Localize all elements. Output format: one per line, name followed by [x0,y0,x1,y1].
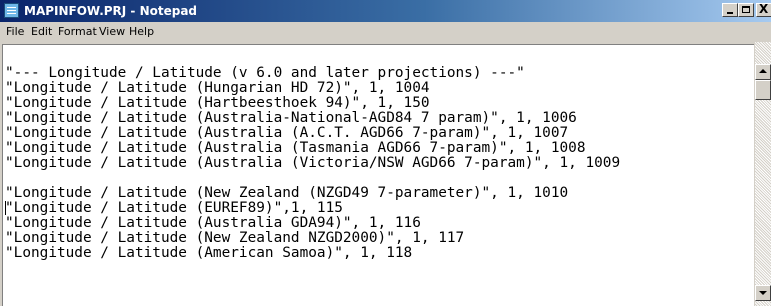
minimize-button[interactable] [722,3,738,17]
editor-line: "Longitude / Latitude (Australia (Tasman… [5,140,586,156]
text-editor[interactable]: "--- Longitude / Latitude (v 6.0 and lat… [2,44,754,306]
menu-edit[interactable]: Edit [31,26,52,38]
editor-line: "Longitude / Latitude (Hartbeesthoek 94)… [5,95,430,111]
editor-line: "Longitude / Latitude (New Zealand NZGD2… [5,230,465,246]
scrollbar-thumb[interactable] [755,80,771,100]
maximize-icon [742,6,750,13]
editor-line: "--- Longitude / Latitude (v 6.0 and lat… [5,65,525,81]
menu-file[interactable]: File [6,26,24,38]
client-area: "--- Longitude / Latitude (v 6.0 and lat… [0,42,771,306]
arrow-down-icon [759,291,767,295]
text-caret [5,201,6,215]
editor-lines: "--- Longitude / Latitude (v 6.0 and lat… [5,66,620,261]
notepad-icon[interactable] [4,3,19,18]
editor-line: "Longitude / Latitude (Australia (Victor… [5,155,621,171]
close-icon: X [759,2,769,16]
notepad-window: MAPINFOW.PRJ - Notepad X File Edit Forma… [0,0,771,306]
menu-format[interactable]: Format [58,26,97,38]
title-bar[interactable]: MAPINFOW.PRJ - Notepad X [0,0,771,22]
window-title: MAPINFOW.PRJ - Notepad [24,4,198,18]
editor-line: "Longitude / Latitude (Australia-Nationa… [5,110,577,126]
editor-line: "Longitude / Latitude (Australia (A.C.T.… [5,125,569,141]
arrow-up-icon [759,69,767,73]
editor-line: "Longitude / Latitude (Hungarian HD 72)"… [5,80,430,96]
vertical-scrollbar[interactable] [755,42,771,306]
scroll-up-button[interactable] [755,64,771,80]
close-button[interactable]: X [756,3,771,17]
editor-line: "Longitude / Latitude (EUREF89)",1, 115 [5,200,343,216]
maximize-button[interactable] [738,3,754,17]
editor-line: "Longitude / Latitude (American Samoa)",… [5,245,413,261]
menu-help[interactable]: Help [129,26,154,38]
menu-view[interactable]: View [99,26,125,38]
editor-line: "Longitude / Latitude (New Zealand (NZGD… [5,185,569,201]
scroll-down-button[interactable] [755,285,771,301]
editor-line: "Longitude / Latitude (Australia GDA94)"… [5,215,421,231]
minimize-icon [727,12,733,14]
menu-bar: File Edit Format View Help [0,22,771,42]
